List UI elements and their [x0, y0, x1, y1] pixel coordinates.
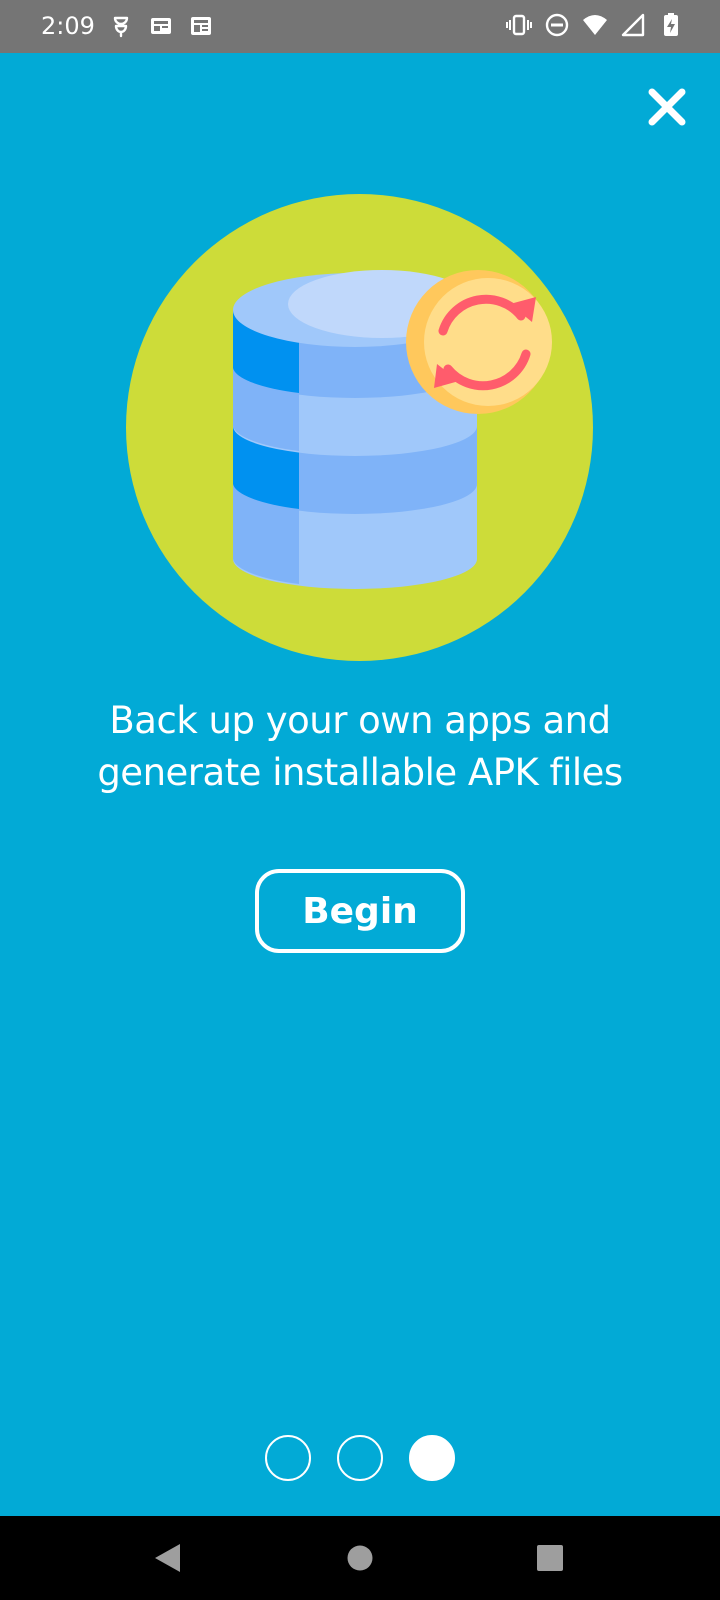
page-indicator — [0, 1435, 720, 1481]
page-dot-2[interactable] — [337, 1435, 383, 1481]
status-time: 2:09 — [41, 12, 95, 40]
onboarding-message: Back up your own apps and generate insta… — [40, 695, 680, 799]
page-dot-1[interactable] — [265, 1435, 311, 1481]
database-sync-illustration — [126, 194, 593, 661]
recents-square-icon[interactable] — [537, 1545, 563, 1571]
do-not-disturb-icon — [545, 13, 569, 37]
status-right-icons — [506, 12, 684, 38]
home-circle-icon[interactable] — [347, 1545, 373, 1571]
back-triangle-icon[interactable] — [152, 1542, 182, 1574]
page-dot-3-active[interactable] — [409, 1435, 455, 1481]
begin-button[interactable]: Begin — [255, 869, 465, 953]
status-bar: 2:09 — [0, 0, 720, 53]
message-line-2: generate installable APK files — [97, 751, 623, 794]
news-alt-icon — [191, 17, 211, 35]
privacy-icon — [113, 16, 129, 38]
battery-charging-icon — [664, 13, 678, 36]
close-icon[interactable] — [646, 86, 688, 128]
navigation-bar — [0, 1516, 720, 1600]
vibrate-icon — [506, 14, 532, 36]
status-left-icons — [108, 13, 214, 39]
cellular-signal-icon — [621, 13, 645, 37]
news-icon — [151, 18, 171, 34]
message-line-1: Back up your own apps and — [109, 699, 611, 742]
wifi-icon — [583, 15, 607, 35]
